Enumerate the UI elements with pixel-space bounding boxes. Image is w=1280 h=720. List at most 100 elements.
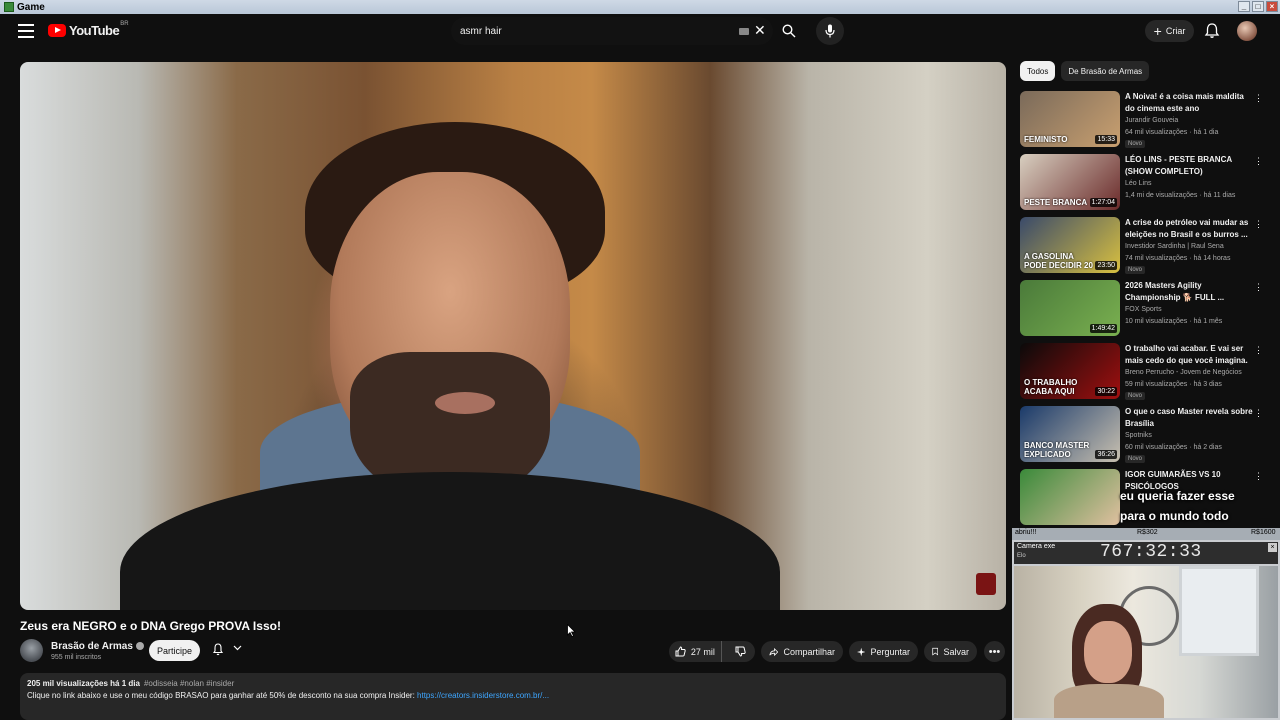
video-thumbnail[interactable]: BANCO MASTER EXPLICADO 36:26 [1020,406,1120,462]
video-thumbnail[interactable]: A GASOLINA PODE DECIDIR 20 23:50 [1020,217,1120,273]
share-button[interactable]: Compartilhar [761,641,843,662]
description-link[interactable]: https://creators.insiderstore.com.br/... [417,691,549,700]
like-button[interactable]: 27 mil [669,641,722,662]
kebab-menu-icon[interactable]: ⋮ [1254,282,1263,293]
new-badge: Novo [1125,266,1146,274]
recommendation-channel[interactable]: Breno Perrucho - Jovem de Negócios [1125,369,1242,376]
more-actions-icon[interactable]: ••• [984,641,1005,662]
description-box[interactable]: 205 mil visualizações há 1 dia #odisseia … [20,673,1006,720]
voice-search-button[interactable] [816,17,844,45]
overlay-header-mid: R$302 [1137,529,1158,536]
subtitle-line-1: eu queria fazer esse [1120,489,1235,503]
ask-label: Perguntar [870,646,910,657]
stream-overlay-panel: abriu!!! R$302 R$1600 Camera exe Elo 767… [1012,528,1280,720]
join-button[interactable]: Participe [149,640,200,661]
subtitle-line-2: para o mundo todo [1120,509,1229,523]
overlay-timer-bar: Camera exe Elo 767:32:33 × [1014,542,1278,564]
recommendation-views: 74 mil visualizações · há 14 horas [1125,255,1231,262]
video-duration: 36:26 [1095,450,1117,459]
search-button[interactable] [775,17,803,45]
minimize-button[interactable]: _ [1238,1,1250,12]
presenter-mouth [435,392,495,414]
presenter-shirt [120,472,780,610]
streamer-body [1054,684,1164,718]
subtitle-overlay: eu queria fazer esse para o mundo todo [1120,486,1235,526]
recommendation-channel[interactable]: FOX Sports [1125,306,1162,313]
video-title: Zeus era NEGRO e o DNA Grego PROVA Isso! [20,619,281,633]
save-label: Salvar [943,646,969,657]
video-thumbnail[interactable] [1020,469,1120,525]
search-input[interactable] [460,25,730,37]
video-duration: 15:33 [1095,135,1117,144]
camera-close-icon[interactable]: × [1268,543,1277,552]
recommendation-views: 60 mil visualizações · há 2 dias [1125,444,1222,451]
video-player[interactable] [20,62,1006,610]
video-thumbnail[interactable]: O TRABALHO ACABA AQUI 30:22 [1020,343,1120,399]
menu-icon[interactable] [18,24,34,38]
recommendation-item[interactable]: FEMINISTO 15:33 A Noiva! é a coisa mais … [1020,91,1272,154]
channel-watermark[interactable] [976,573,996,595]
ask-button[interactable]: Perguntar [849,641,918,662]
channel-name-wrap[interactable]: Brasão de Armas [51,641,144,652]
recommendation-channel[interactable]: Léo Lins [1125,180,1151,187]
thumbs-down-icon [735,646,747,657]
create-button[interactable]: + Criar [1145,20,1194,42]
video-thumbnail[interactable]: 1:49:42 [1020,280,1120,336]
maximize-button[interactable]: □ [1252,1,1264,12]
kebab-menu-icon[interactable]: ⋮ [1254,156,1263,167]
account-avatar[interactable] [1237,21,1257,41]
subscription-bell-icon[interactable] [212,643,224,659]
recommendation-channel[interactable]: Spotniks [1125,432,1152,439]
recommendation-item[interactable]: PESTE BRANCA 1:27:04 LÉO LINS - PESTE BR… [1020,154,1272,217]
streamer-face [1084,621,1132,683]
kebab-menu-icon[interactable]: ⋮ [1254,471,1263,482]
save-button[interactable]: Salvar [924,641,977,662]
video-thumbnail[interactable]: PESTE BRANCA 1:27:04 [1020,154,1120,210]
recommendation-channel[interactable]: Investidor Sardinha | Raul Sena [1125,243,1224,250]
overlay-header-left: abriu!!! [1015,529,1037,536]
recommendation-title[interactable]: O trabalho vai acabar. E vai ser mais ce… [1125,343,1255,367]
close-window-button[interactable]: × [1266,1,1278,12]
recommendation-title[interactable]: LÉO LINS - PESTE BRANCA (SHOW COMPLETO) [1125,154,1255,178]
window-titlebar: Game _ □ × [0,0,1280,14]
channel-avatar[interactable] [20,639,43,662]
dislike-button[interactable] [727,641,755,662]
kebab-menu-icon[interactable]: ⋮ [1254,408,1263,419]
hashtags[interactable]: #odisseia #nolan #insider [144,679,234,688]
youtube-header: YouTube BR ✕ + Criar [0,14,1280,50]
youtube-logo[interactable]: YouTube BR [48,21,129,38]
kebab-menu-icon[interactable]: ⋮ [1254,219,1263,230]
recommendation-item[interactable]: O TRABALHO ACABA AQUI 30:22 O trabalho v… [1020,343,1272,406]
description-text: Clique no link abaixo e use o meu código… [27,691,418,700]
chevron-down-icon[interactable] [233,643,242,654]
clear-search-icon[interactable]: ✕ [754,22,766,38]
recommendation-item[interactable]: 1:49:42 2026 Masters Agility Championshi… [1020,280,1272,343]
camera-label: Camera exe [1017,543,1056,550]
bookmark-icon [932,647,939,656]
recommendation-title[interactable]: A crise do petróleo vai mudar as eleiçõe… [1125,217,1255,241]
channel-name[interactable]: Brasão de Armas [51,641,133,652]
like-dislike-group: 27 mil [669,641,755,662]
recommendation-title[interactable]: 2026 Masters Agility Championship 🐕 FULL… [1125,280,1255,304]
chip-channel[interactable]: De Brasão de Armas [1061,61,1150,81]
search-box: ✕ [451,17,773,45]
kebab-menu-icon[interactable]: ⋮ [1254,93,1263,104]
recommendation-title[interactable]: A Noiva! é a coisa mais maldita do cinem… [1125,91,1255,115]
new-badge: Novo [1125,455,1146,463]
keyboard-icon[interactable] [739,28,749,35]
recommendation-views: 10 mil visualizações · há 1 mês [1125,318,1223,325]
notifications-bell-icon[interactable] [1203,22,1221,40]
recommendation-title[interactable]: O que o caso Master revela sobre Brasíli… [1125,406,1255,430]
video-thumbnail[interactable]: FEMINISTO 15:33 [1020,91,1120,147]
recommendation-item[interactable]: A GASOLINA PODE DECIDIR 20 23:50 A crise… [1020,217,1272,280]
chip-all[interactable]: Todos [1020,61,1056,81]
overlay-header: abriu!!! R$302 R$1600 [1012,528,1280,540]
thumbnail-caption: PESTE BRANCA [1024,198,1088,207]
webcam-feed [1014,566,1278,718]
recommendation-item[interactable]: BANCO MASTER EXPLICADO 36:26 O que o cas… [1020,406,1272,469]
description-line: Clique no link abaixo e use o meu código… [27,691,999,700]
kebab-menu-icon[interactable]: ⋮ [1254,345,1263,356]
recommendation-channel[interactable]: Jurandir Gouveia [1125,117,1178,124]
search-icon [782,24,796,38]
verified-icon [135,642,144,650]
